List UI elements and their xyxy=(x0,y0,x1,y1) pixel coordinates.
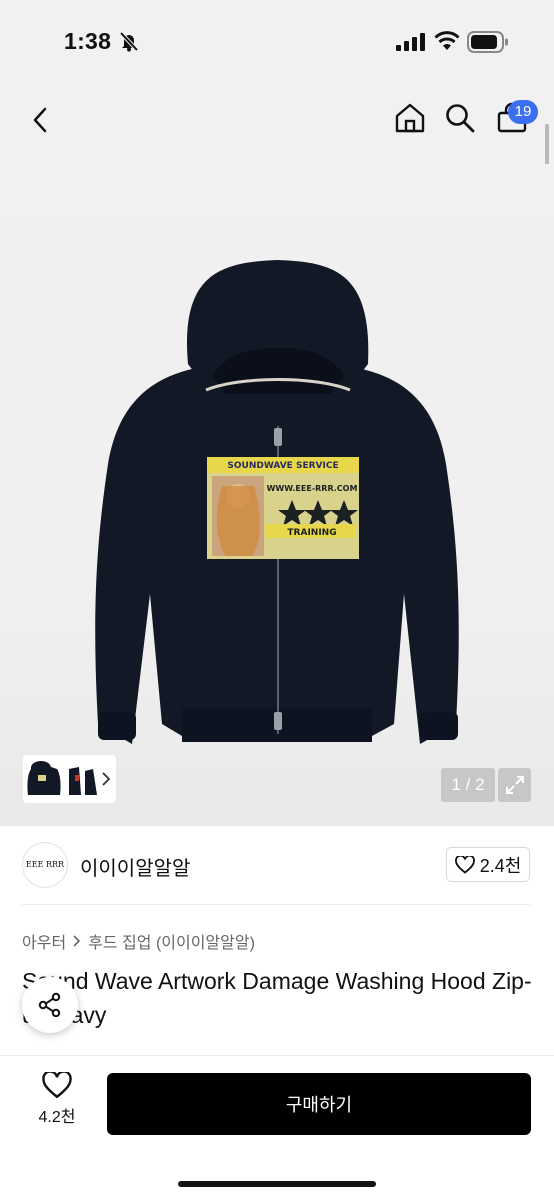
search-icon xyxy=(446,104,475,133)
product-image[interactable]: SOUNDWAVE SERVICE WWW.EEE-RRR.COM TRAINI… xyxy=(0,164,554,826)
breadcrumb-category[interactable]: 아우터 xyxy=(22,929,66,953)
wishlist-count: 4.2천 xyxy=(38,1109,76,1126)
chevron-right-icon xyxy=(73,935,81,947)
share-icon xyxy=(38,992,61,1018)
thumbnail-images xyxy=(27,761,111,795)
muted-bell-icon xyxy=(119,31,139,52)
brand-name[interactable]: 이이이알알알 xyxy=(80,852,190,881)
image-pager: 1 / 2 xyxy=(441,768,495,802)
wifi-icon xyxy=(434,31,460,50)
hoodie-illustration: SOUNDWAVE SERVICE WWW.EEE-RRR.COM TRAINI… xyxy=(95,260,459,744)
expand-icon xyxy=(505,776,524,794)
home-button[interactable] xyxy=(392,98,428,138)
divider xyxy=(22,904,530,905)
heart-icon xyxy=(42,1072,72,1099)
status-time: 1:38 xyxy=(64,28,112,54)
nav-bar xyxy=(0,80,554,164)
cellular-signal-icon xyxy=(396,33,425,51)
chevron-left-icon xyxy=(33,107,47,133)
cart-count-badge: 19 xyxy=(508,100,538,124)
home-icon xyxy=(395,103,425,133)
product-title: Sound Wave Artwork Damage Washing Hood Z… xyxy=(22,968,532,1028)
artwork-line-2: WWW.EEE-RRR.COM xyxy=(267,484,358,493)
breadcrumb-subcategory[interactable]: 후드 집업 (이이이알알알) xyxy=(88,929,255,953)
back-button[interactable] xyxy=(22,100,58,140)
brand-logo[interactable]: EEE RRR xyxy=(22,842,68,888)
breadcrumb: 아우터 후드 집업 (이이이알알알) xyxy=(22,929,255,953)
artwork-line-1: SOUNDWAVE SERVICE xyxy=(227,461,338,471)
brand-like-count: 2.4천 xyxy=(479,855,522,876)
heart-icon xyxy=(454,855,475,874)
brand-logo-text: EEE RRR xyxy=(25,860,65,869)
wishlist-button[interactable]: 4.2천 xyxy=(28,1072,86,1134)
battery-icon xyxy=(467,31,508,53)
chevron-right-icon xyxy=(102,772,111,786)
brand-like-button[interactable]: 2.4천 xyxy=(446,847,530,882)
status-bar: 1:38 xyxy=(0,0,554,80)
expand-button[interactable] xyxy=(498,768,531,802)
thumbnail-strip[interactable] xyxy=(23,755,116,803)
artwork-line-3: TRAINING xyxy=(287,528,336,538)
share-button[interactable] xyxy=(22,977,78,1033)
search-button[interactable] xyxy=(442,98,478,138)
home-indicator[interactable] xyxy=(178,1181,376,1187)
buy-button[interactable]: 구매하기 xyxy=(107,1073,531,1135)
